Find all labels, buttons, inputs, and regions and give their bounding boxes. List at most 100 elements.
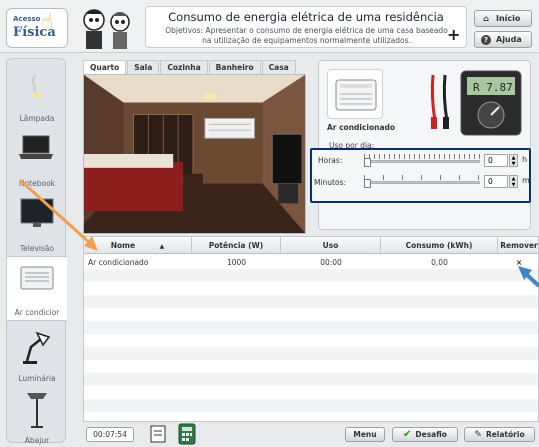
minutes-slider[interactable] bbox=[364, 175, 480, 188]
usage-controls-highlight: Horas: 0 ▲ ▼ h Minutos: 0 ▲ ▼ m bbox=[310, 148, 531, 203]
table-row-empty bbox=[84, 399, 538, 412]
sidebar-item-ar-condicionado[interactable]: Ar condicior bbox=[7, 256, 67, 321]
menu-button[interactable]: Menu bbox=[345, 427, 385, 442]
tab-sala[interactable]: Sala bbox=[127, 60, 160, 74]
sidebar-item-label: Ar condicior bbox=[14, 308, 60, 317]
pencil-icon: ✎ bbox=[474, 429, 482, 440]
checkmark-icon: ✔ bbox=[403, 429, 412, 440]
minutes-unit: m bbox=[522, 176, 530, 185]
desk-lamp-icon bbox=[23, 331, 51, 364]
table-row-empty bbox=[84, 360, 538, 373]
sidebar-item-notebook[interactable]: Notebook bbox=[7, 126, 67, 191]
title-panel: Consumo de energia elétrica de uma resid… bbox=[145, 6, 467, 48]
report-button[interactable]: ✎ Relatório bbox=[464, 427, 535, 442]
sidebar-item-abajur[interactable]: Abajur bbox=[7, 383, 67, 447]
mascot-figures bbox=[83, 9, 130, 49]
help-label: Ajuda bbox=[496, 35, 522, 44]
lamp-icon bbox=[32, 74, 42, 98]
table-row[interactable]: Ar condicionado 1000 00:00 0,00 × bbox=[84, 256, 538, 269]
table-row-empty bbox=[84, 386, 538, 399]
minutes-label: Minutos: bbox=[314, 178, 347, 187]
footer-bar: 00:07:54 Menu ✔ Desafio ✎ Relatório bbox=[83, 422, 539, 447]
minutes-slider-thumb[interactable] bbox=[364, 179, 371, 188]
sidebar-item-label: Notebook bbox=[18, 179, 56, 188]
elapsed-timer: 00:07:54 bbox=[86, 427, 134, 442]
tv-icon bbox=[20, 198, 54, 227]
floor-lamp-icon bbox=[27, 393, 47, 428]
sidebar-item-label: Lâmpada bbox=[19, 114, 55, 123]
laptop-icon bbox=[19, 135, 53, 159]
column-header-nome[interactable]: Nome ▲ bbox=[84, 237, 192, 254]
logo-line1: Acesso bbox=[13, 15, 41, 23]
hours-input[interactable]: 0 bbox=[484, 154, 508, 167]
air-conditioner-icon bbox=[335, 79, 377, 111]
tab-banheiro[interactable]: Banheiro bbox=[208, 60, 261, 74]
calculator-icon[interactable] bbox=[175, 423, 199, 445]
cell-usage: 00:00 bbox=[320, 258, 342, 267]
hours-slider-track bbox=[364, 160, 480, 163]
table-row-empty bbox=[84, 347, 538, 360]
tab-casa[interactable]: Casa bbox=[261, 60, 296, 74]
hours-spinner[interactable]: ▲ ▼ bbox=[509, 154, 518, 167]
report-label: Relatório bbox=[485, 430, 525, 439]
home-label: Início bbox=[496, 14, 521, 23]
room-tabs: Quarto Sala Cozinha Banheiro Casa bbox=[83, 60, 297, 74]
expand-plus-button[interactable]: + bbox=[447, 25, 460, 44]
page-title: Consumo de energia elétrica de uma resid… bbox=[168, 10, 444, 24]
table-row-empty bbox=[84, 282, 538, 295]
hours-slider-thumb[interactable] bbox=[364, 158, 371, 167]
tab-cozinha[interactable]: Cozinha bbox=[160, 60, 208, 74]
air-conditioner-icon bbox=[20, 266, 54, 290]
sidebar-item-label: Abajur bbox=[24, 436, 50, 445]
minutes-slider-track bbox=[364, 181, 480, 184]
hours-slider[interactable] bbox=[364, 154, 480, 167]
table-row-empty bbox=[84, 308, 538, 321]
minutes-input[interactable]: 0 bbox=[484, 175, 508, 188]
column-header-consumo[interactable]: Consumo (kWh) bbox=[381, 237, 498, 254]
hand-icon: ☝ bbox=[41, 9, 54, 33]
table-row-empty bbox=[84, 295, 538, 308]
remove-row-button[interactable]: × bbox=[498, 256, 538, 269]
hours-unit: h bbox=[522, 155, 528, 164]
cell-power: 1000 bbox=[226, 258, 247, 267]
notepad-icon[interactable] bbox=[147, 424, 169, 444]
minutes-spinner[interactable]: ▲ ▼ bbox=[509, 175, 518, 188]
sidebar-item-label: Luminária bbox=[18, 374, 56, 383]
appliance-panel: Ar condicionado Uso por dia: R 7.87 bbox=[318, 60, 531, 230]
challenge-label: Desafio bbox=[415, 430, 447, 439]
sidebar-item-label: Televisão bbox=[19, 244, 55, 253]
home-button[interactable]: ⌂ Início bbox=[474, 10, 532, 27]
hours-slider-ticks bbox=[364, 154, 480, 159]
meter-display: R 7.87 bbox=[473, 81, 513, 94]
help-icon: ? bbox=[481, 34, 491, 45]
objectives-text: Objetivos: Apresentar o consumo de energ… bbox=[165, 26, 448, 45]
challenge-button[interactable]: ✔ Desafio bbox=[392, 427, 458, 442]
selected-appliance-card bbox=[327, 69, 383, 119]
column-header-label: Nome bbox=[110, 241, 136, 250]
appliance-name: Ar condicionado bbox=[327, 123, 396, 132]
table-header: Nome ▲ Potência (W) Uso Consumo (kWh) Re… bbox=[84, 237, 538, 254]
column-header-remover[interactable]: Remover bbox=[498, 237, 538, 254]
sidebar-item-lampada[interactable]: Lâmpada bbox=[7, 61, 67, 126]
sidebar-item-luminaria[interactable]: Luminária bbox=[7, 321, 67, 386]
table-row-empty bbox=[84, 334, 538, 347]
home-icon: ⌂ bbox=[483, 14, 489, 23]
column-header-uso[interactable]: Uso bbox=[281, 237, 381, 254]
sidebar-item-televisao[interactable]: Televisão bbox=[7, 191, 67, 256]
minutes-slider-ticks bbox=[364, 175, 480, 180]
consumption-table: Nome ▲ Potência (W) Uso Consumo (kWh) Re… bbox=[83, 236, 539, 422]
multimeter: R 7.87 bbox=[430, 70, 522, 136]
appliance-sidebar: Lâmpada Notebook Televisão Ar condicior … bbox=[6, 58, 67, 445]
app-logo: Acesso Física ☝ bbox=[6, 8, 68, 48]
column-header-potencia[interactable]: Potência (W) bbox=[192, 237, 281, 254]
table-row-empty bbox=[84, 321, 538, 334]
cell-name: Ar condicionado bbox=[88, 258, 149, 267]
hours-label: Horas: bbox=[318, 156, 343, 165]
table-row-empty bbox=[84, 269, 538, 282]
table-row-empty bbox=[84, 373, 538, 386]
tab-quarto[interactable]: Quarto bbox=[83, 60, 127, 74]
help-button[interactable]: ? Ajuda bbox=[474, 31, 532, 48]
bedroom-scene bbox=[83, 74, 306, 234]
sort-ascending-icon: ▲ bbox=[159, 243, 165, 250]
cell-consumption: 0,00 bbox=[431, 258, 448, 267]
